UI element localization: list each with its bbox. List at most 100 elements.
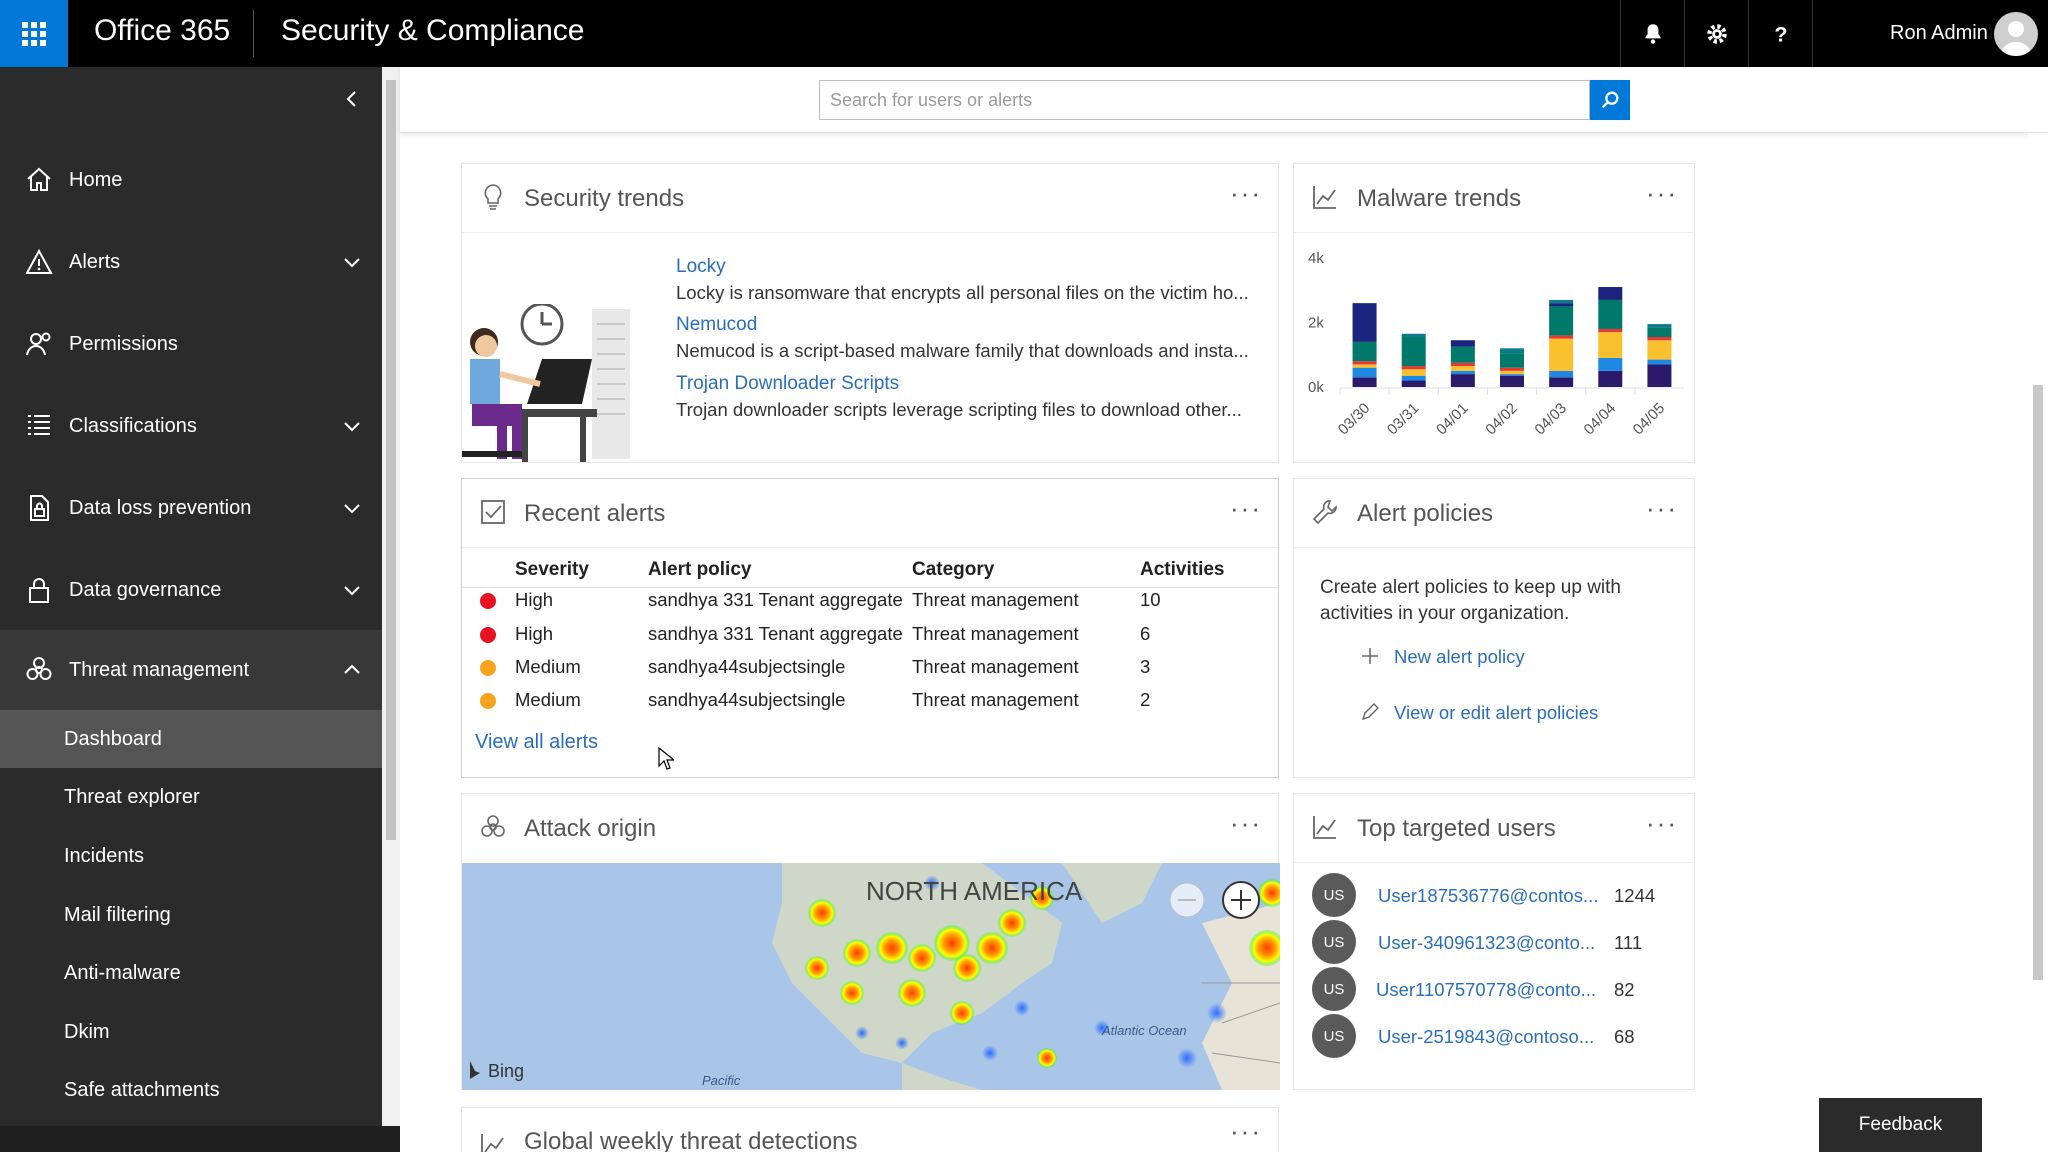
bar-segment[interactable] — [1450, 366, 1475, 371]
sidebar-item-permissions[interactable]: Permissions — [0, 304, 382, 384]
bar-segment[interactable] — [1401, 380, 1426, 387]
sidebar-subitem-anti-malware[interactable]: Anti-malware — [0, 944, 382, 1002]
sidebar-subitem-mail-filtering[interactable]: Mail filtering — [0, 886, 382, 944]
bar-segment[interactable] — [1401, 366, 1426, 370]
bar-segment[interactable] — [1549, 303, 1574, 307]
alert-policy-name[interactable]: sandhya44subjectsingle — [648, 656, 845, 678]
search-input[interactable] — [820, 81, 1589, 119]
page-scrollbar-thumb[interactable] — [2033, 385, 2043, 980]
column-header-alert-policy[interactable]: Alert policy — [648, 559, 751, 581]
bar-segment[interactable] — [1598, 287, 1623, 300]
notifications-button[interactable] — [1620, 0, 1684, 67]
sidebar-item-home[interactable]: Home — [0, 140, 382, 220]
bar-segment[interactable] — [1450, 346, 1475, 363]
trend-title-trojan-downloader[interactable]: Trojan Downloader Scripts — [676, 373, 899, 395]
collapse-sidebar-icon[interactable] — [340, 87, 364, 111]
bar-segment[interactable] — [1401, 369, 1426, 376]
app-title[interactable]: Security & Compliance — [281, 14, 584, 48]
new-alert-policy-link[interactable]: New alert policy — [1394, 646, 1525, 668]
bar-segment[interactable] — [1450, 362, 1475, 367]
more-options-icon[interactable]: ··· — [1646, 808, 1678, 839]
zoom-out-button[interactable] — [1169, 882, 1205, 918]
view-all-alerts-link[interactable]: View all alerts — [475, 731, 598, 754]
bar-segment[interactable] — [1647, 359, 1672, 365]
more-options-icon[interactable]: ··· — [1646, 178, 1678, 209]
bar-segment[interactable] — [1549, 377, 1574, 387]
bar-segment[interactable] — [1598, 328, 1623, 333]
targeted-user-link[interactable]: User-340961323@conto... — [1378, 932, 1595, 954]
bar-segment[interactable] — [1352, 341, 1377, 362]
sidebar-subitem-incidents[interactable]: Incidents — [0, 827, 382, 885]
column-header-category[interactable]: Category — [912, 559, 994, 581]
sidebar-subitem-dashboard[interactable]: Dashboard — [0, 710, 382, 768]
more-options-icon[interactable]: ··· — [1230, 493, 1262, 524]
column-header-activities[interactable]: Activities — [1140, 559, 1224, 581]
bar-segment[interactable] — [1500, 367, 1524, 371]
bar-segment[interactable] — [1352, 367, 1377, 378]
settings-button[interactable] — [1684, 0, 1748, 67]
bar-segment[interactable] — [1352, 364, 1377, 368]
bar-segment[interactable] — [1450, 340, 1475, 347]
bar-segment[interactable] — [1352, 377, 1377, 387]
user-avatar[interactable] — [1994, 12, 2038, 56]
bar-segment[interactable] — [1500, 353, 1524, 368]
user-name[interactable]: Ron Admin — [1890, 22, 1988, 45]
bar-segment[interactable] — [1647, 340, 1672, 360]
chevron-down-icon[interactable] — [340, 414, 364, 438]
bar-segment[interactable] — [1549, 299, 1574, 304]
bar-segment[interactable] — [1598, 370, 1623, 387]
bar-segment[interactable] — [1450, 370, 1475, 375]
bar-segment[interactable] — [1549, 370, 1574, 378]
sidebar-scrollbar-thumb[interactable] — [386, 80, 396, 840]
attack-origin-map[interactable]: NORTH AMERICA Atlantic Ocean Pacific Bin… — [462, 863, 1280, 1090]
bar-segment[interactable] — [1549, 338, 1574, 371]
bar-segment[interactable] — [1647, 327, 1672, 338]
bar-segment[interactable] — [1598, 332, 1623, 358]
alert-policy-name[interactable]: sandhya 331 Tenant aggregate — [648, 589, 903, 611]
bar-segment[interactable] — [1401, 333, 1426, 338]
targeted-user-link[interactable]: User1107570778@conto... — [1376, 979, 1596, 1001]
view-edit-alert-policies-link[interactable]: View or edit alert policies — [1394, 702, 1598, 724]
trend-title-nemucod[interactable]: Nemucod — [676, 314, 757, 336]
sidebar-subitem-safe-attachments[interactable]: Safe attachments — [0, 1061, 382, 1119]
more-options-icon[interactable]: ··· — [1230, 1116, 1262, 1147]
targeted-user-link[interactable]: User187536776@contos... — [1378, 885, 1598, 907]
sidebar-item-data-loss-prevention[interactable]: Data loss prevention — [0, 468, 382, 548]
bar-segment[interactable] — [1598, 357, 1623, 371]
bar-segment[interactable] — [1647, 337, 1672, 341]
sidebar-item-alerts[interactable]: Alerts — [0, 222, 382, 302]
bar-segment[interactable] — [1500, 370, 1524, 375]
bar-segment[interactable] — [1549, 335, 1574, 339]
bar-segment[interactable] — [1401, 375, 1426, 381]
alert-policy-name[interactable]: sandhya44subjectsingle — [648, 689, 845, 711]
targeted-user-row[interactable]: US User187536776@contos... 1244 — [1294, 873, 1694, 919]
search-button[interactable] — [1590, 80, 1630, 120]
more-options-icon[interactable]: ··· — [1230, 808, 1262, 839]
sidebar-item-threat-management[interactable]: Threat management — [0, 630, 382, 710]
chevron-down-icon[interactable] — [340, 250, 364, 274]
search-box[interactable] — [819, 80, 1590, 120]
bar-segment[interactable] — [1500, 375, 1524, 387]
zoom-in-button[interactable] — [1222, 881, 1260, 919]
bar-segment[interactable] — [1352, 361, 1377, 365]
bar-segment[interactable] — [1401, 337, 1426, 367]
sidebar-item-classifications[interactable]: Classifications — [0, 386, 382, 466]
alert-policy-name[interactable]: sandhya 331 Tenant aggregate — [648, 623, 903, 645]
help-button[interactable]: ? — [1748, 0, 1812, 67]
bar-segment[interactable] — [1500, 374, 1524, 376]
more-options-icon[interactable]: ··· — [1646, 493, 1678, 524]
column-header-severity[interactable]: Severity — [515, 559, 589, 581]
bar-segment[interactable] — [1647, 324, 1672, 328]
sidebar-item-data-governance[interactable]: Data governance — [0, 550, 382, 630]
targeted-user-link[interactable]: User-2519843@contoso... — [1378, 1026, 1594, 1048]
bar-segment[interactable] — [1647, 364, 1672, 387]
targeted-user-row[interactable]: US User-340961323@conto... 111 — [1294, 920, 1694, 966]
sidebar-subitem-dkim[interactable]: Dkim — [0, 1003, 382, 1061]
chevron-down-icon[interactable] — [340, 578, 364, 602]
trend-title-locky[interactable]: Locky — [676, 256, 726, 278]
sidebar-subitem-threat-explorer[interactable]: Threat explorer — [0, 768, 382, 826]
bar-segment[interactable] — [1598, 299, 1623, 329]
app-launcher-button[interactable] — [0, 0, 68, 67]
bar-segment[interactable] — [1450, 374, 1475, 387]
brand-name[interactable]: Office 365 — [94, 14, 230, 48]
